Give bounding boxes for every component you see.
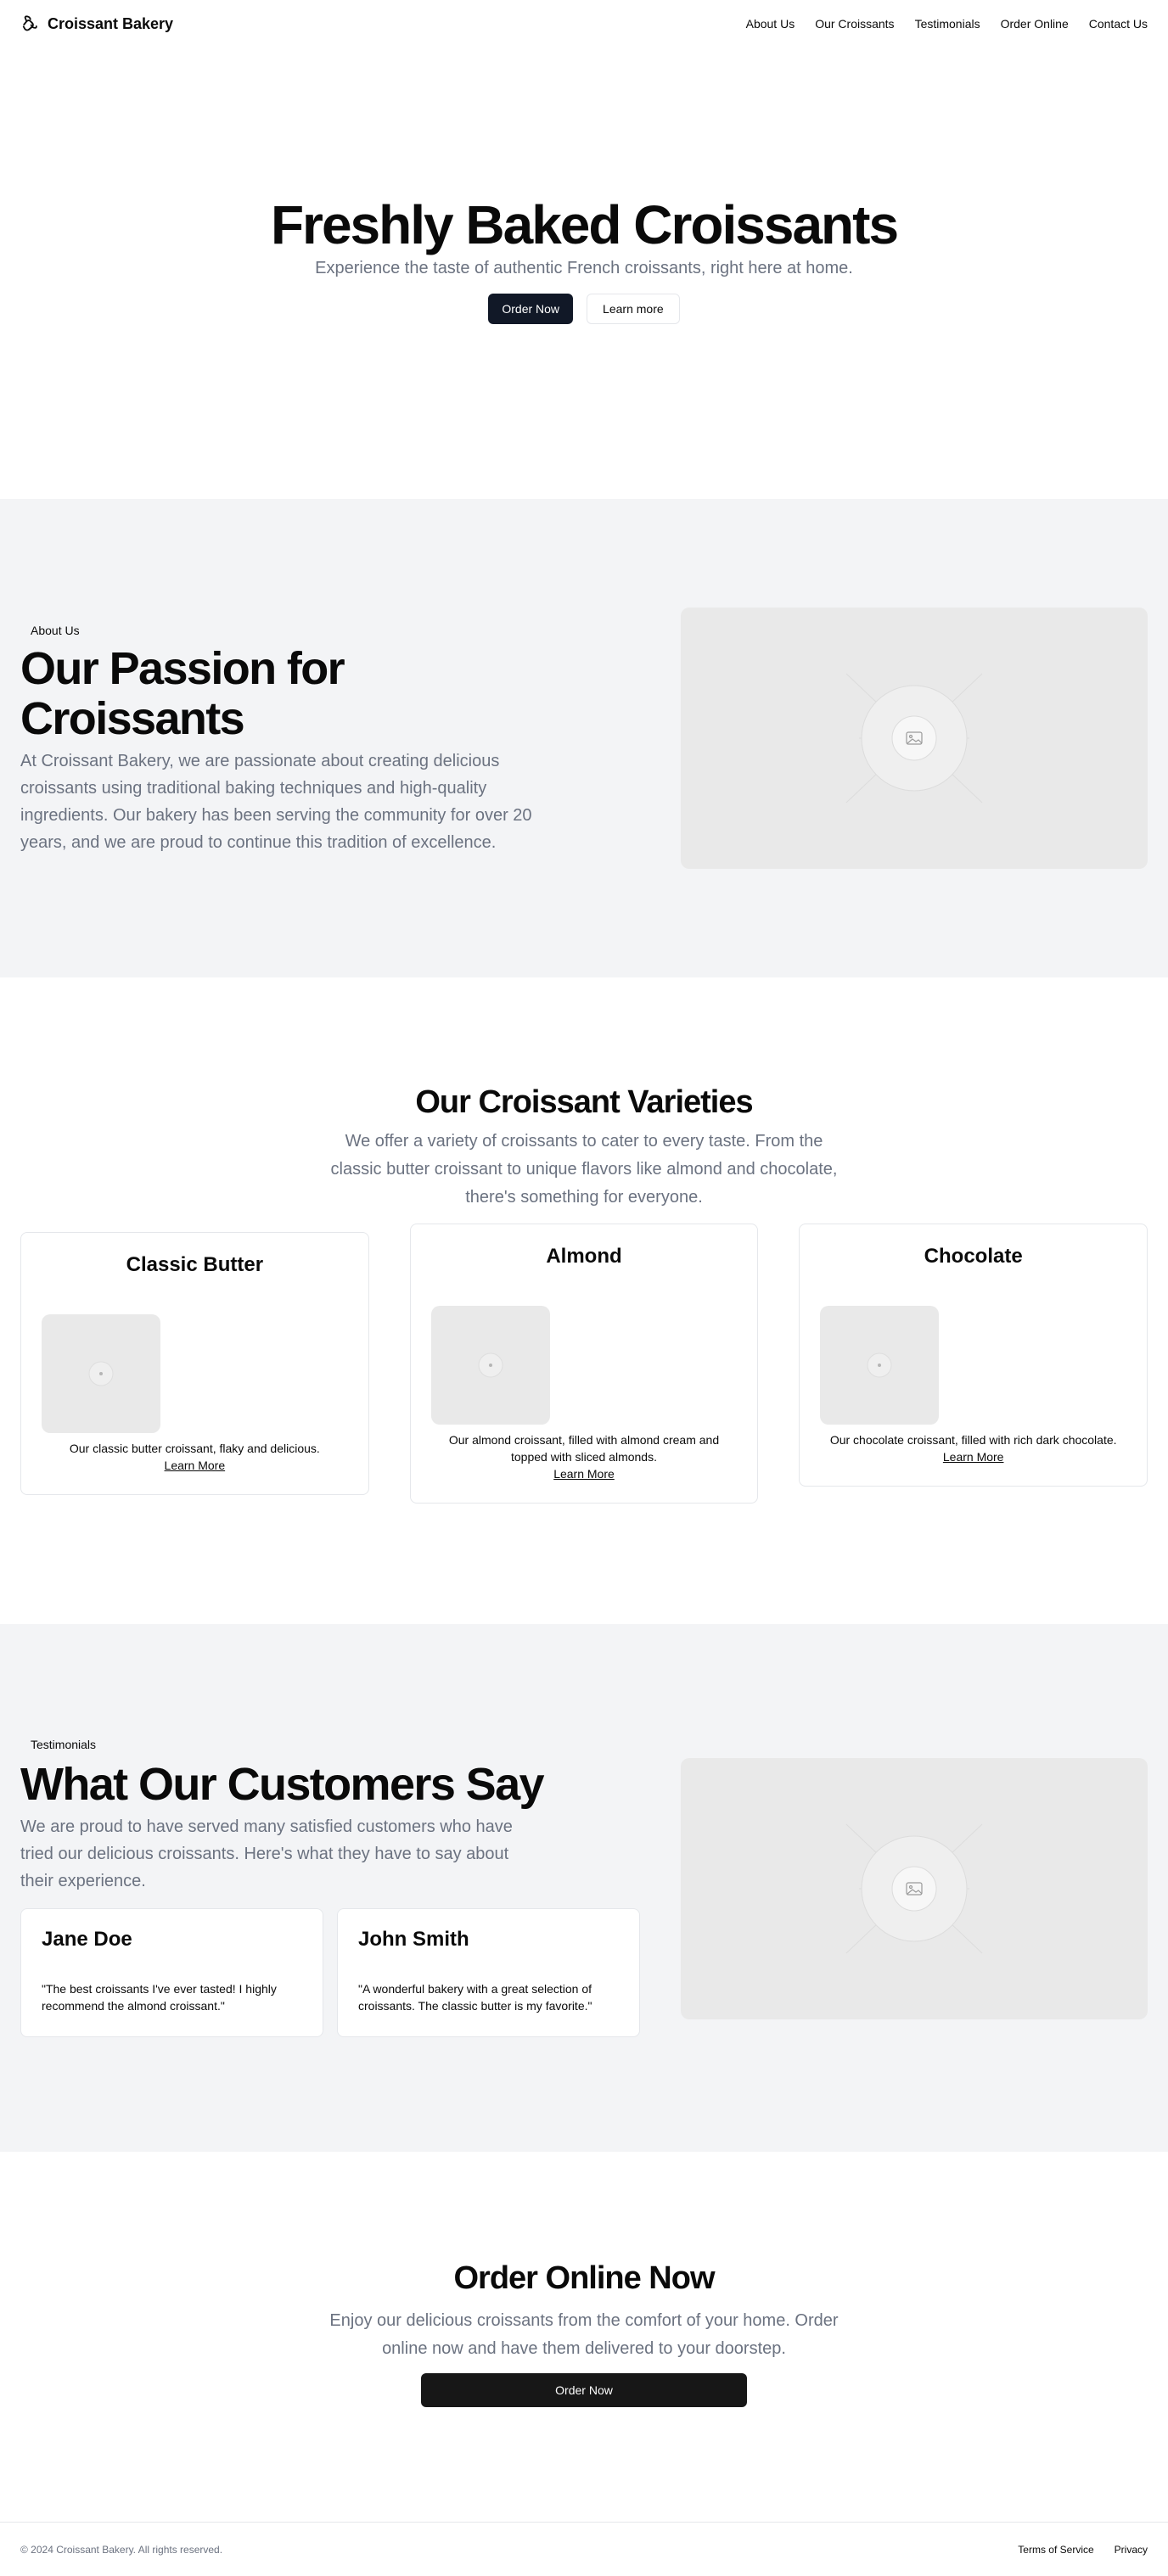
hero-subtitle: Experience the taste of authentic French… [315,259,853,278]
terms-of-service-link[interactable]: Terms of Service [1018,2544,1093,2556]
about-body: At Croissant Bakery, we are passionate a… [20,752,532,853]
privacy-link[interactable]: Privacy [1115,2544,1148,2556]
site-header: Croissant Bakery About Us Our Croissants… [0,0,1168,48]
nav-about-us[interactable]: About Us [746,17,795,31]
varieties-subtitle: We offer a variety of croissants to cate… [330,1132,838,1207]
about-badge: About Us [20,619,90,641]
testimonials-subtitle: We are proud to have served many satisfi… [20,1817,513,1891]
hero-title: Freshly Baked Croissants [270,193,899,255]
about-section: About Us Our Passion for Croissants At C… [0,499,1168,977]
variety-description: Our chocolate croissant, filled with ric… [829,1433,1117,1447]
testimonial-author: Jane Doe [42,1928,132,1952]
testimonial-author: John Smith [358,1928,469,1952]
main-nav: About Us Our Croissants Testimonials Ord… [746,17,1148,31]
variety-image [820,1306,940,1425]
variety-name: Chocolate [924,1245,1023,1268]
footer-links: Terms of Service Privacy [1018,2544,1148,2556]
order-section: Order Online Now Enjoy our delicious cro… [0,2152,1168,2522]
testimonials-badge: Testimonials [20,1734,107,1755]
image-placeholder-icon [88,1361,114,1386]
testimonial-card: Jane Doe "The best croissants I've ever … [20,1908,323,2038]
variety-description: Our almond croissant, filled with almond… [448,1433,720,1464]
order-now-button[interactable]: Order Now [488,294,574,325]
variety-card-almond: Almond Our almond croissant, filled with… [409,1224,759,1504]
variety-learn-more-link[interactable]: Learn More [42,1459,348,1472]
learn-more-button[interactable]: Learn more [587,294,680,325]
brand-name: Croissant Bakery [48,14,174,32]
order-now-wide-button[interactable]: Order Now [421,2373,747,2407]
copyright-text: © 2024 Croissant Bakery. All rights rese… [20,2543,223,2556]
croissant-icon [20,14,39,33]
image-placeholder-icon [845,673,983,804]
image-placeholder-icon [478,1352,503,1378]
image-placeholder-icon [845,1823,983,1954]
testimonials-title: What Our Customers Say [20,1759,545,1810]
site-footer: © 2024 Croissant Bakery. All rights rese… [0,2522,1168,2576]
nav-our-croissants[interactable]: Our Croissants [815,17,894,31]
order-title: Order Online Now [453,2260,715,2296]
about-title: Our Passion for Croissants [20,642,345,744]
nav-testimonials[interactable]: Testimonials [915,17,980,31]
variety-cards: Classic Butter Our classic butter croiss… [20,1224,1148,1504]
brand-link[interactable]: Croissant Bakery [20,14,173,33]
nav-order-online[interactable]: Order Online [1001,17,1069,31]
testimonial-cards: Jane Doe "The best croissants I've ever … [20,1908,640,2038]
about-image [681,608,1148,869]
variety-card-classic-butter: Classic Butter Our classic butter croiss… [20,1232,369,1495]
variety-name: Almond [546,1245,622,1268]
varieties-section: Our Croissant Varieties We offer a varie… [0,977,1168,1624]
nav-contact-us[interactable]: Contact Us [1089,17,1148,31]
testimonials-section: Testimonials What Our Customers Say We a… [0,1624,1168,2152]
testimonial-card: John Smith "A wonderful bakery with a gr… [337,1908,640,2038]
variety-learn-more-link[interactable]: Learn More [820,1450,1126,1464]
testimonial-quote: "A wonderful bakery with a great selecti… [358,1982,592,2013]
image-placeholder-icon [867,1352,892,1378]
variety-image [430,1306,550,1425]
testimonial-quote: "The best croissants I've ever tasted! I… [42,1982,277,2013]
hero-buttons: Order Now Learn more [488,294,680,325]
variety-image [42,1314,160,1433]
testimonials-image [681,1758,1148,2019]
variety-description: Our classic butter croissant, flaky and … [69,1442,320,1455]
hero-section: Freshly Baked Croissants Experience the … [0,48,1168,499]
varieties-title: Our Croissant Varieties [415,1084,753,1120]
variety-learn-more-link[interactable]: Learn More [431,1467,738,1481]
variety-name: Classic Butter [126,1253,264,1276]
testimonials-content: Testimonials What Our Customers Say We a… [20,1734,640,2152]
about-content: About Us Our Passion for Croissants At C… [20,619,564,857]
variety-card-chocolate: Chocolate Our chocolate croissant, fille… [799,1224,1148,1487]
order-subtitle: Enjoy our delicious croissants from the … [329,2311,839,2358]
